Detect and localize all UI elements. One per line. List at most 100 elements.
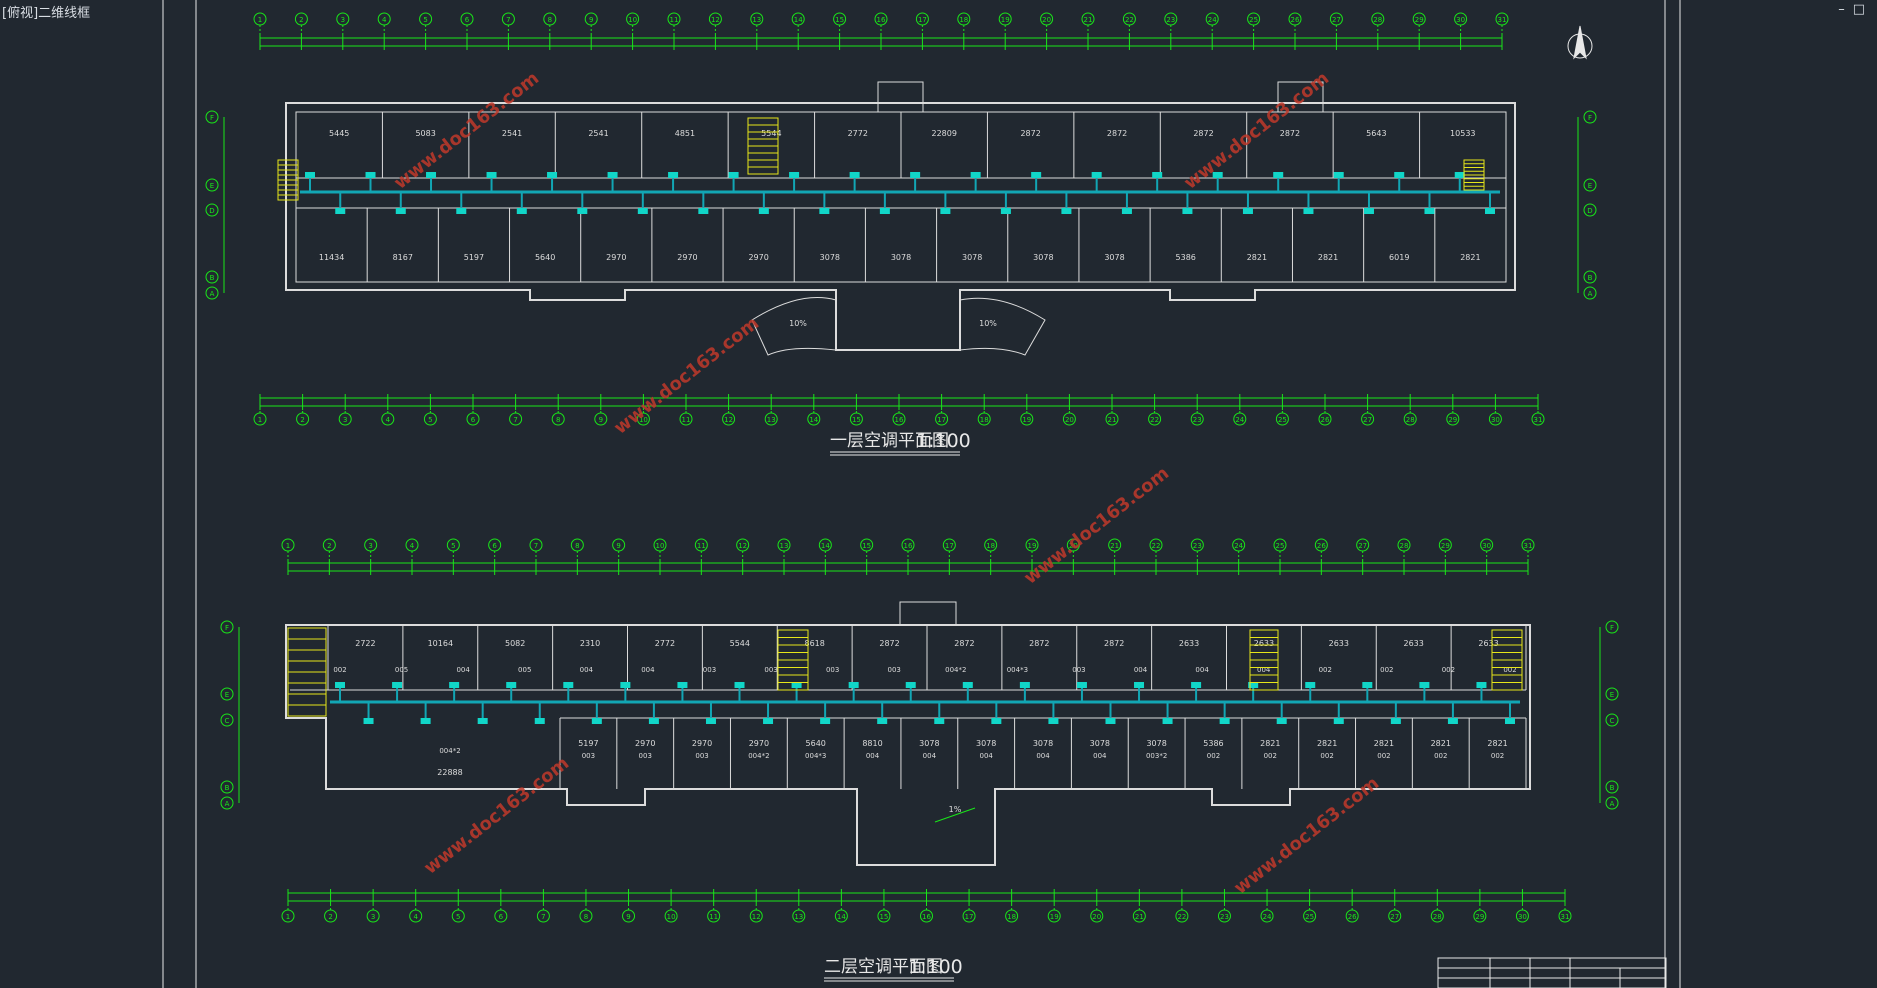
title-block (1437, 957, 1667, 988)
axis-number: 4 (382, 16, 387, 24)
room-area-label: 8167 (393, 253, 413, 262)
axis-number: 26 (1317, 542, 1326, 550)
axis-number: 21 (1135, 913, 1144, 921)
room-area-label: 2821 (1487, 739, 1507, 748)
fan-coil-unit (1333, 172, 1344, 178)
room-area-label: 2541 (502, 129, 522, 138)
watermark-text: www.doc163.com (1230, 773, 1383, 899)
fan-coil-unit (677, 682, 688, 688)
axis-number: 30 (1491, 416, 1500, 424)
fan-coil-unit (1219, 718, 1230, 724)
fan-coil-unit (305, 172, 315, 178)
axis-number: 23 (1193, 416, 1202, 424)
row-label: E (210, 182, 214, 190)
room-area-label: 3078 (820, 253, 840, 262)
axis-number: 12 (752, 913, 761, 921)
room-area-label: 2970 (748, 253, 768, 262)
axis-number: 31 (1534, 416, 1543, 424)
axis-number: 20 (1065, 416, 1074, 424)
fan-coil-unit (910, 172, 921, 178)
axis-number: 16 (904, 542, 913, 550)
room-unit-label: 003 (764, 666, 777, 674)
room-area-label: 3078 (891, 253, 911, 262)
axis-number: 11 (697, 542, 706, 550)
row-label: E (225, 691, 229, 699)
row-label: B (210, 274, 215, 282)
axis-number: 29 (1475, 913, 1484, 921)
room-area-label: 2821 (1374, 739, 1394, 748)
axis-number: 16 (895, 416, 904, 424)
axis-number: 26 (1348, 913, 1357, 921)
row-label: B (1588, 274, 1593, 282)
axis-number: 14 (837, 913, 846, 921)
axis-number: 13 (780, 542, 789, 550)
ramp-note: 10% (789, 319, 807, 328)
fan-coil-unit (577, 208, 588, 214)
row-label: B (1610, 784, 1615, 792)
room-unit-label: 002 (1491, 752, 1504, 760)
axis-number: 6 (471, 416, 476, 424)
room-area-label: 2970 (677, 253, 697, 262)
room-area-label: 10533 (1450, 129, 1475, 138)
axis-number: 7 (534, 542, 538, 550)
fan-coil-unit (486, 172, 497, 178)
fan-coil-unit (620, 682, 631, 688)
axis-number: 2 (328, 913, 332, 921)
fan-coil-unit (940, 208, 951, 214)
room-area-label: 5197 (464, 253, 484, 262)
room-area-label: 2872 (1020, 129, 1040, 138)
axis-number: 31 (1524, 542, 1533, 550)
fan-coil-unit (934, 718, 945, 724)
axis-number: 1 (286, 913, 290, 921)
room-area-label: 5386 (1176, 253, 1196, 262)
axis-number: 28 (1433, 913, 1442, 921)
axis-number: 9 (599, 416, 603, 424)
room-area-label: 2970 (635, 739, 655, 748)
room-area-label: 3078 (919, 739, 939, 748)
axis-number: 12 (724, 416, 733, 424)
axis-number: 20 (1042, 16, 1051, 24)
axis-number: 24 (1235, 416, 1244, 424)
room-area-label: 2872 (1029, 639, 1049, 648)
fan-coil-unit (534, 718, 545, 724)
room-unit-label: 004 (456, 666, 470, 674)
room-unit-label: 002 (1377, 752, 1390, 760)
axis-number: 2 (300, 416, 304, 424)
room-area-label: 2310 (580, 639, 600, 648)
room-area-label: 2821 (1318, 253, 1338, 262)
fan-coil-unit (516, 208, 527, 214)
room-area-label: 2772 (848, 129, 868, 138)
axis-number: 18 (986, 542, 995, 550)
north-arrow-icon (1567, 25, 1593, 60)
axis-number: 7 (541, 913, 545, 921)
axis-number: 17 (965, 913, 974, 921)
room-unit-label: 002 (1264, 752, 1277, 760)
axis-number: 14 (821, 542, 830, 550)
axis-number: 13 (752, 16, 761, 24)
axis-number: 5 (428, 416, 432, 424)
fan-coil-unit (449, 682, 460, 688)
room-unit-label: 003 (826, 666, 839, 674)
room-unit-label: 003 (639, 752, 652, 760)
fan-coil-unit (705, 718, 716, 724)
plan-first-floor: 1 2 3 4 5 6 7 8 9 10 11 12 13 14 15 16 17 18 19 20 21 22 23 24 2… (205, 12, 1597, 426)
room-area-label: 3078 (976, 739, 996, 748)
room-area-label: 6019 (1389, 253, 1409, 262)
fan-coil-unit (456, 208, 467, 214)
roof-access (899, 601, 957, 626)
watermark-text: www.doc163.com (1020, 463, 1173, 589)
room-area-label: 2872 (1193, 129, 1213, 138)
room-unit-label: 002 (1380, 666, 1393, 674)
room-area-label: 2872 (1280, 129, 1300, 138)
room-unit-label: 003 (888, 666, 901, 674)
room-area-label: 2970 (606, 253, 626, 262)
room-area-label: 2821 (1317, 739, 1337, 748)
cad-drawing-canvas[interactable]: 1 2 3 4 5 6 7 8 9 10 11 12 13 14 15 16 17 18 19 20 21 22 23 24 2… (0, 0, 1877, 988)
axis-number: 27 (1363, 416, 1372, 424)
fan-coil-unit (648, 718, 659, 724)
axis-number: 13 (767, 416, 776, 424)
row-label: D (1587, 207, 1592, 215)
axis-number: 25 (1249, 16, 1258, 24)
row-label: C (225, 717, 230, 725)
axis-number: 30 (1518, 913, 1527, 921)
